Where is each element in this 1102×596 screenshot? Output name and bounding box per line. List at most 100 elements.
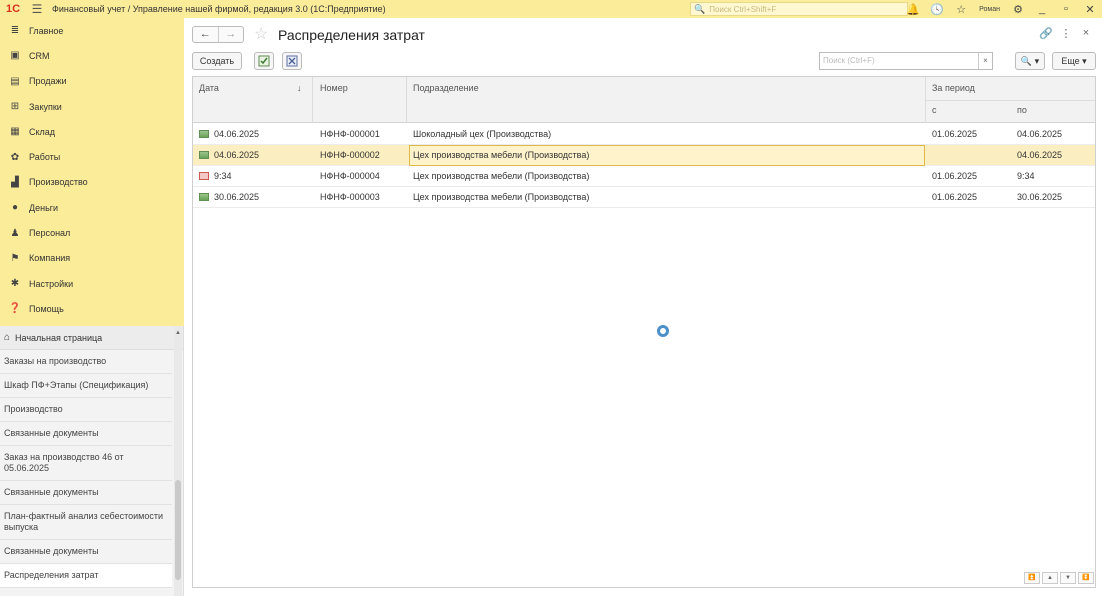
cell-date-text: 30.06.2025 <box>214 192 260 202</box>
sort-desc-icon[interactable]: ↓ <box>297 83 302 93</box>
post-document-button[interactable] <box>254 52 274 70</box>
purchases-icon: ⊞ <box>10 101 20 113</box>
more-actions-icon[interactable]: ⋮ <box>1056 27 1076 40</box>
open-window-item[interactable]: Производство <box>0 398 172 422</box>
post-document-icon <box>258 55 270 67</box>
more-button[interactable]: Еще ▾ <box>1052 52 1096 70</box>
cell-date: 30.06.2025 <box>199 187 259 208</box>
sidebar-item-1[interactable]: ▣ CRM <box>0 43 184 68</box>
open-window-item[interactable]: Связанные документы <box>0 540 172 564</box>
cell-date-text: 9:34 <box>214 171 232 181</box>
title-bar: 1С ☰ Финансовый учет / Управление нашей … <box>0 0 1102 18</box>
favorites-star-icon[interactable]: ☆ <box>949 3 973 16</box>
column-header-number[interactable]: Номер <box>320 83 348 93</box>
posted-document-icon <box>199 193 209 201</box>
cell-number: НФНФ-000003 <box>320 192 380 202</box>
sidebar-item-7[interactable]: ● Деньги <box>0 195 184 220</box>
cell-date: 04.06.2025 <box>199 124 259 145</box>
column-header-period[interactable]: За период <box>932 83 975 93</box>
cell-to: 04.06.2025 <box>1017 150 1063 160</box>
cell-division: Шоколадный цех (Производства) <box>413 129 552 139</box>
cell-to: 30.06.2025 <box>1017 192 1063 202</box>
history-nav: ← → <box>192 26 244 43</box>
search-options-button[interactable]: 🔍 ▾ <box>1015 52 1045 70</box>
search-clear-button[interactable]: × <box>978 53 992 69</box>
open-windows-scroll-thumb[interactable] <box>175 480 181 580</box>
user-name[interactable]: Роман <box>973 6 1006 13</box>
sidebar-item-8[interactable]: ♟ Персонал <box>0 220 184 245</box>
home-page-link[interactable]: ⌂ Начальная страница <box>0 326 183 350</box>
sidebar-item-11[interactable]: ❓ Помощь <box>0 296 184 321</box>
sidebar-item-4[interactable]: ▦ Склад <box>0 119 184 144</box>
sidebar-item-label: Закупки <box>29 101 62 112</box>
sidebar-item-6[interactable]: ▟ Производство <box>0 170 184 195</box>
create-button[interactable]: Создать <box>192 52 242 70</box>
sidebar-item-label: CRM <box>29 50 50 61</box>
column-header-division[interactable]: Подразделение <box>413 83 479 93</box>
sidebar-item-9[interactable]: ⚑ Компания <box>0 246 184 271</box>
help-icon: ❓ <box>8 303 22 315</box>
table-row[interactable]: 9:34 НФНФ-000004 Цех производства мебели (… <box>193 166 1095 187</box>
table-row[interactable]: 04.06.2025 НФНФ-000002 Цех производства ме… <box>193 145 1095 166</box>
posted-document-icon <box>199 130 209 138</box>
close-form-icon[interactable]: × <box>1076 27 1096 40</box>
cell-date-text: 04.06.2025 <box>214 150 260 160</box>
sidebar-item-0[interactable]: ≣ Главное <box>0 18 184 43</box>
open-window-item[interactable]: Шкаф ПФ+Этапы (Спецификация) <box>0 374 172 398</box>
loading-spinner-icon <box>657 325 669 337</box>
add-to-favorites-icon[interactable]: ☆ <box>254 24 268 44</box>
global-search-input[interactable]: 🔍 Поиск Ctrl+Shift+F <box>690 2 908 16</box>
home-icon: ⌂ <box>4 332 11 343</box>
home-page-label: Начальная страница <box>15 332 103 343</box>
close-window-icon[interactable]: ✕ <box>1078 3 1102 16</box>
notifications-bell-icon[interactable]: 🔔 <box>901 3 925 16</box>
open-window-item[interactable]: Распределения затрат <box>0 564 172 588</box>
list-search-placeholder: Поиск (Ctrl+F) <box>823 56 875 65</box>
main-form: ← → ☆ Распределения затрат 🔗 ⋮ × Создать… <box>184 18 1102 596</box>
table-pager: ⏫ ▲ ▼ ⏬ <box>1022 572 1094 584</box>
forward-arrow-icon[interactable]: → <box>217 27 244 42</box>
column-header-date[interactable]: Дата <box>199 83 219 93</box>
toolbar: Создать Поиск (Ctrl+F) × 🔍 ▾ Еще ▾ <box>192 52 1096 70</box>
cell-date: 9:34 <box>199 166 232 187</box>
column-header-from[interactable]: с <box>932 105 937 115</box>
open-window-item[interactable]: Заказ на производство 46 от 05.06.2025 <box>0 446 172 481</box>
cell-division: Цех производства мебели (Производства) <box>413 192 590 202</box>
history-icon[interactable]: 🕓 <box>925 3 949 16</box>
open-window-item[interactable]: Связанные документы <box>0 481 172 505</box>
open-window-item[interactable]: Заказы на производство <box>0 350 172 374</box>
sidebar-item-5[interactable]: ✿ Работы <box>0 144 184 169</box>
sidebar-item-3[interactable]: ⊞ Закупки <box>0 94 184 119</box>
scroll-down-page-icon[interactable]: ▼ <box>1060 572 1076 584</box>
open-window-item[interactable]: План-фактный анализ себестоимости выпуск… <box>0 505 172 540</box>
sidebar-item-10[interactable]: ✱ Настройки <box>0 271 184 296</box>
scroll-to-bottom-icon[interactable]: ⏬ <box>1078 572 1094 584</box>
column-header-to[interactable]: по <box>1017 105 1027 115</box>
back-arrow-icon[interactable]: ← <box>193 27 218 42</box>
minimize-icon[interactable]: _ <box>1030 3 1054 15</box>
production-icon: ▟ <box>11 176 19 188</box>
maximize-icon[interactable]: ▫ <box>1054 3 1078 15</box>
sidebar-item-label: Склад <box>29 126 56 137</box>
table-header: Дата ↓ Номер Подразделение За период с п… <box>193 77 1095 123</box>
sidebar-item-label: Компания <box>29 253 71 264</box>
app-title: Финансовый учет / Управление нашей фирмо… <box>52 4 386 14</box>
settings-gear-icon: ✱ <box>10 278 20 290</box>
list-search-input[interactable]: Поиск (Ctrl+F) × <box>819 52 993 70</box>
cell-to: 9:34 <box>1017 171 1035 181</box>
unpost-document-button[interactable] <box>282 52 302 70</box>
scroll-up-icon[interactable]: ▲ <box>174 330 182 336</box>
link-icon[interactable]: 🔗 <box>1036 27 1056 40</box>
cell-to: 04.06.2025 <box>1017 129 1063 139</box>
sidebar-item-2[interactable]: ▤ Продажи <box>0 69 184 94</box>
table-row[interactable]: 30.06.2025 НФНФ-000003 Цех производства ме… <box>193 187 1095 208</box>
documents-table: Дата ↓ Номер Подразделение За период с п… <box>192 76 1096 588</box>
scroll-up-page-icon[interactable]: ▲ <box>1042 572 1058 584</box>
settings-menu-icon[interactable]: ⚙ <box>1006 3 1030 16</box>
open-window-item[interactable]: Связанные документы <box>0 422 172 446</box>
main-menu-icon[interactable]: ☰ <box>26 2 48 16</box>
company-flag-icon: ⚑ <box>10 252 20 264</box>
table-row[interactable]: 04.06.2025 НФНФ-000001 Шоколадный цех (Про… <box>193 124 1095 145</box>
scroll-to-top-icon[interactable]: ⏫ <box>1024 572 1040 584</box>
works-icon: ✿ <box>10 151 20 163</box>
